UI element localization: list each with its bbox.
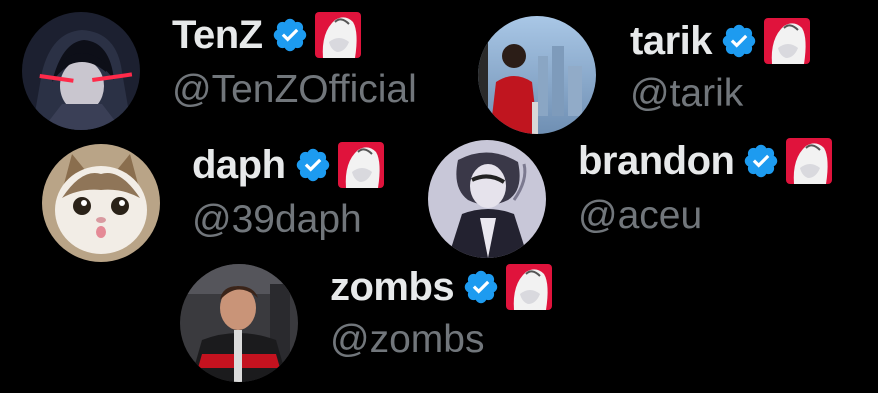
avatar[interactable] (22, 12, 140, 130)
handle[interactable]: @aceu (578, 194, 702, 238)
avatar[interactable] (428, 140, 546, 258)
verified-badge-icon (271, 16, 309, 54)
sketch-portrait-avatar-image (428, 140, 546, 258)
handle[interactable]: @39daph (192, 198, 362, 242)
person-at-window-avatar-image (478, 16, 596, 134)
anime-character-avatar-image (22, 12, 140, 130)
affiliate-badge-icon (314, 12, 361, 58)
affiliate-badge-icon (506, 264, 553, 310)
display-name[interactable]: tarik (630, 19, 713, 63)
affiliate-badge-icon (337, 142, 384, 188)
avatar[interactable] (180, 264, 298, 382)
display-name[interactable]: zombs (330, 265, 455, 309)
cat-avatar-image (42, 144, 160, 262)
verified-badge-icon (294, 146, 332, 184)
display-name[interactable]: daph (192, 143, 286, 187)
affiliate-badge-icon (786, 138, 833, 184)
handle[interactable]: @tarik (630, 72, 743, 116)
verified-badge-icon (462, 268, 500, 306)
affiliate-badge-icon (764, 18, 810, 64)
verified-badge-icon (742, 142, 780, 180)
avatar[interactable] (42, 144, 160, 262)
handle[interactable]: @TenZOfficial (172, 68, 417, 112)
avatar[interactable] (478, 16, 596, 134)
display-name[interactable]: TenZ (172, 13, 263, 57)
display-name[interactable]: brandon (578, 139, 735, 183)
man-in-jacket-avatar-image (180, 264, 298, 382)
verified-badge-icon (720, 22, 758, 60)
handle[interactable]: @zombs (330, 318, 484, 362)
